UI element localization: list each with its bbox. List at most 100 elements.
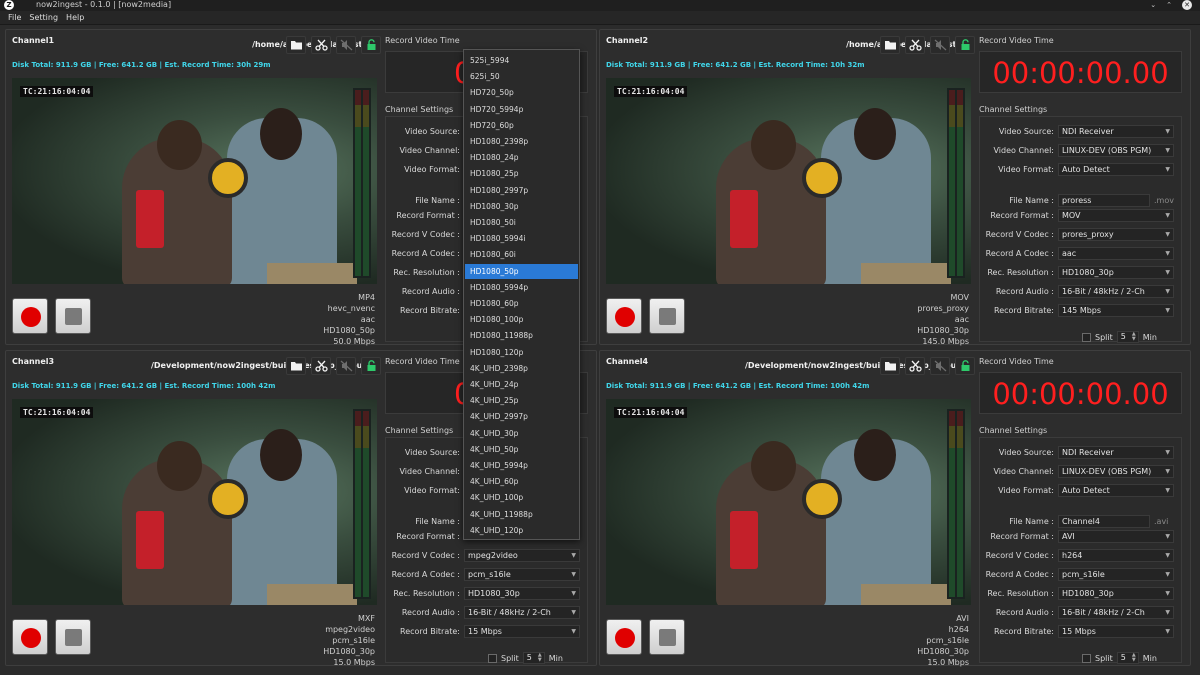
record-audio-select[interactable]: 16-Bit / 48kHz / 2-Ch ▼ (1058, 285, 1174, 298)
cut-button[interactable] (311, 357, 331, 375)
format-info-line: pcm_s16le (332, 636, 375, 645)
dropdown-option[interactable]: 625i_50 (465, 69, 578, 84)
stop-button[interactable] (649, 619, 685, 655)
dropdown-option[interactable]: HD1080_2997p (465, 183, 578, 198)
video-channel-select[interactable]: LINUX-DEV (OBS PGM) ▼ (1058, 465, 1174, 478)
record-v-codec-select[interactable]: mpeg2video ▼ (464, 549, 580, 562)
split-checkbox[interactable] (1082, 332, 1091, 342)
folder-button[interactable] (880, 36, 900, 54)
dropdown-option[interactable]: HD1080_5994i (465, 231, 578, 246)
record-audio-label: Record Audio : (401, 608, 460, 617)
dropdown-option[interactable]: HD1080_24p (465, 150, 578, 165)
mute-button[interactable] (930, 357, 950, 375)
split-checkbox[interactable] (1082, 653, 1091, 663)
menu-bar: File Setting Help (0, 11, 1200, 25)
video-channel-select[interactable]: LINUX-DEV (OBS PGM) ▼ (1058, 144, 1174, 157)
menu-file[interactable]: File (8, 11, 21, 24)
lock-button[interactable] (361, 357, 381, 375)
dropdown-option[interactable]: HD1080_120p (465, 345, 578, 360)
cut-button[interactable] (311, 36, 331, 54)
dropdown-option[interactable]: 4K_UHD_11988p (465, 507, 578, 522)
dropdown-option[interactable]: 4K_UHD_100p (465, 490, 578, 505)
split-minutes-spinbox[interactable]: 5 ▲▼ (522, 652, 545, 664)
record-v-codec-select[interactable]: prores_proxy ▼ (1058, 228, 1174, 241)
record-audio-select[interactable]: 16-Bit / 48kHz / 2-Ch ▼ (464, 606, 580, 619)
video-source-select[interactable]: NDI Receiver ▼ (1058, 446, 1174, 459)
lock-button[interactable] (955, 357, 975, 375)
dropdown-option[interactable]: 525i_5994 (465, 53, 578, 68)
dropdown-option[interactable]: HD720_50p (465, 85, 578, 100)
split-row: Split 5 ▲▼ Min (1082, 331, 1157, 343)
record-button[interactable] (606, 298, 642, 334)
dropdown-option[interactable]: HD1080_30p (465, 199, 578, 214)
dropdown-option[interactable]: 4K_UHD_2398p (465, 361, 578, 376)
file-name-input[interactable]: Channel4 (1058, 515, 1150, 528)
menu-setting[interactable]: Setting (29, 11, 58, 24)
record-a-codec-select[interactable]: aac ▼ (1058, 247, 1174, 260)
split-checkbox[interactable] (488, 653, 497, 663)
dropdown-option[interactable]: HD1080_100p (465, 312, 578, 327)
record-bitrate-select[interactable]: 15 Mbps ▼ (1058, 625, 1174, 638)
dropdown-option[interactable]: HD1080_25p (465, 166, 578, 181)
record-button[interactable] (12, 619, 48, 655)
mute-button[interactable] (336, 357, 356, 375)
chevron-down-icon: ▼ (1165, 609, 1170, 616)
video-channel-label: Video Channel: (993, 146, 1055, 155)
folder-button[interactable] (286, 36, 306, 54)
record-bitrate-select[interactable]: 15 Mbps ▼ (464, 625, 580, 638)
dropdown-option[interactable]: 4K_UHD_5994p (465, 458, 578, 473)
stop-button[interactable] (649, 298, 685, 334)
file-name-input[interactable]: proress (1058, 194, 1150, 207)
chevron-down-icon: ▼ (1165, 590, 1170, 597)
lock-button[interactable] (361, 36, 381, 54)
minimize-icon[interactable]: ⌄ (1150, 0, 1156, 10)
dropdown-option[interactable]: HD1080_50i (465, 215, 578, 230)
dropdown-option[interactable]: HD720_60p (465, 118, 578, 133)
record-format-select[interactable]: AVI ▼ (1058, 530, 1174, 543)
dropdown-option[interactable]: 4K_UHD_50p (465, 442, 578, 457)
maximize-icon[interactable]: ⌃ (1166, 0, 1172, 10)
rec-resolution-select[interactable]: HD1080_30p ▼ (1058, 266, 1174, 279)
stop-button[interactable] (55, 619, 91, 655)
dropdown-option[interactable]: HD720_5994p (465, 102, 578, 117)
record-format-select[interactable]: MOV ▼ (1058, 209, 1174, 222)
dropdown-option[interactable]: HD1080_60p (465, 296, 578, 311)
video-source-select[interactable]: NDI Receiver ▼ (1058, 125, 1174, 138)
folder-button[interactable] (880, 357, 900, 375)
dropdown-option[interactable]: 4K_UHD_25p (465, 393, 578, 408)
record-a-codec-select[interactable]: pcm_s16le ▼ (1058, 568, 1174, 581)
menu-help[interactable]: Help (66, 11, 84, 24)
dropdown-option[interactable]: HD1080_2398p (465, 134, 578, 149)
record-v-codec-select[interactable]: h264 ▼ (1058, 549, 1174, 562)
dropdown-option[interactable]: 4K_UHD_30p (465, 426, 578, 441)
lock-button[interactable] (955, 36, 975, 54)
stop-button[interactable] (55, 298, 91, 334)
video-format-select[interactable]: Auto Detect ▼ (1058, 484, 1174, 497)
split-minutes-spinbox[interactable]: 5 ▲▼ (1116, 652, 1139, 664)
rec-resolution-select[interactable]: HD1080_30p ▼ (1058, 587, 1174, 600)
video-format-select[interactable]: Auto Detect ▼ (1058, 163, 1174, 176)
record-bitrate-select[interactable]: 145 Mbps ▼ (1058, 304, 1174, 317)
dropdown-option[interactable]: HD1080_11988p (465, 328, 578, 343)
resolution-dropdown-list[interactable]: 525i_5994 625i_50 HD720_50p HD720_5994p HD72… (463, 49, 580, 540)
split-minutes-spinbox[interactable]: 5 ▲▼ (1116, 331, 1139, 343)
dropdown-option[interactable]: 4K_UHD_60p (465, 474, 578, 489)
dropdown-option[interactable]: HD1080_60i (465, 247, 578, 262)
record-audio-select[interactable]: 16-Bit / 48kHz / 2-Ch ▼ (1058, 606, 1174, 619)
record-button[interactable] (12, 298, 48, 334)
mute-button[interactable] (336, 36, 356, 54)
dropdown-option[interactable]: 4K_UHD_2997p (465, 409, 578, 424)
dropdown-option[interactable]: HD1080_50p (465, 263, 578, 279)
mute-button[interactable] (930, 36, 950, 54)
folder-button[interactable] (286, 357, 306, 375)
dropdown-option[interactable]: HD1080_5994p (465, 280, 578, 295)
cut-button[interactable] (905, 357, 925, 375)
close-icon[interactable]: ✕ (1182, 0, 1192, 10)
record-button[interactable] (606, 619, 642, 655)
dropdown-option[interactable]: 4K_UHD_24p (465, 377, 578, 392)
channel-panel-2: Channel2 /home/alsaberk/Masaüstü Disk To… (599, 29, 1191, 346)
dropdown-option[interactable]: 4K_UHD_120p (465, 523, 578, 538)
record-a-codec-select[interactable]: pcm_s16le ▼ (464, 568, 580, 581)
cut-button[interactable] (905, 36, 925, 54)
rec-resolution-select[interactable]: HD1080_30p ▼ (464, 587, 580, 600)
